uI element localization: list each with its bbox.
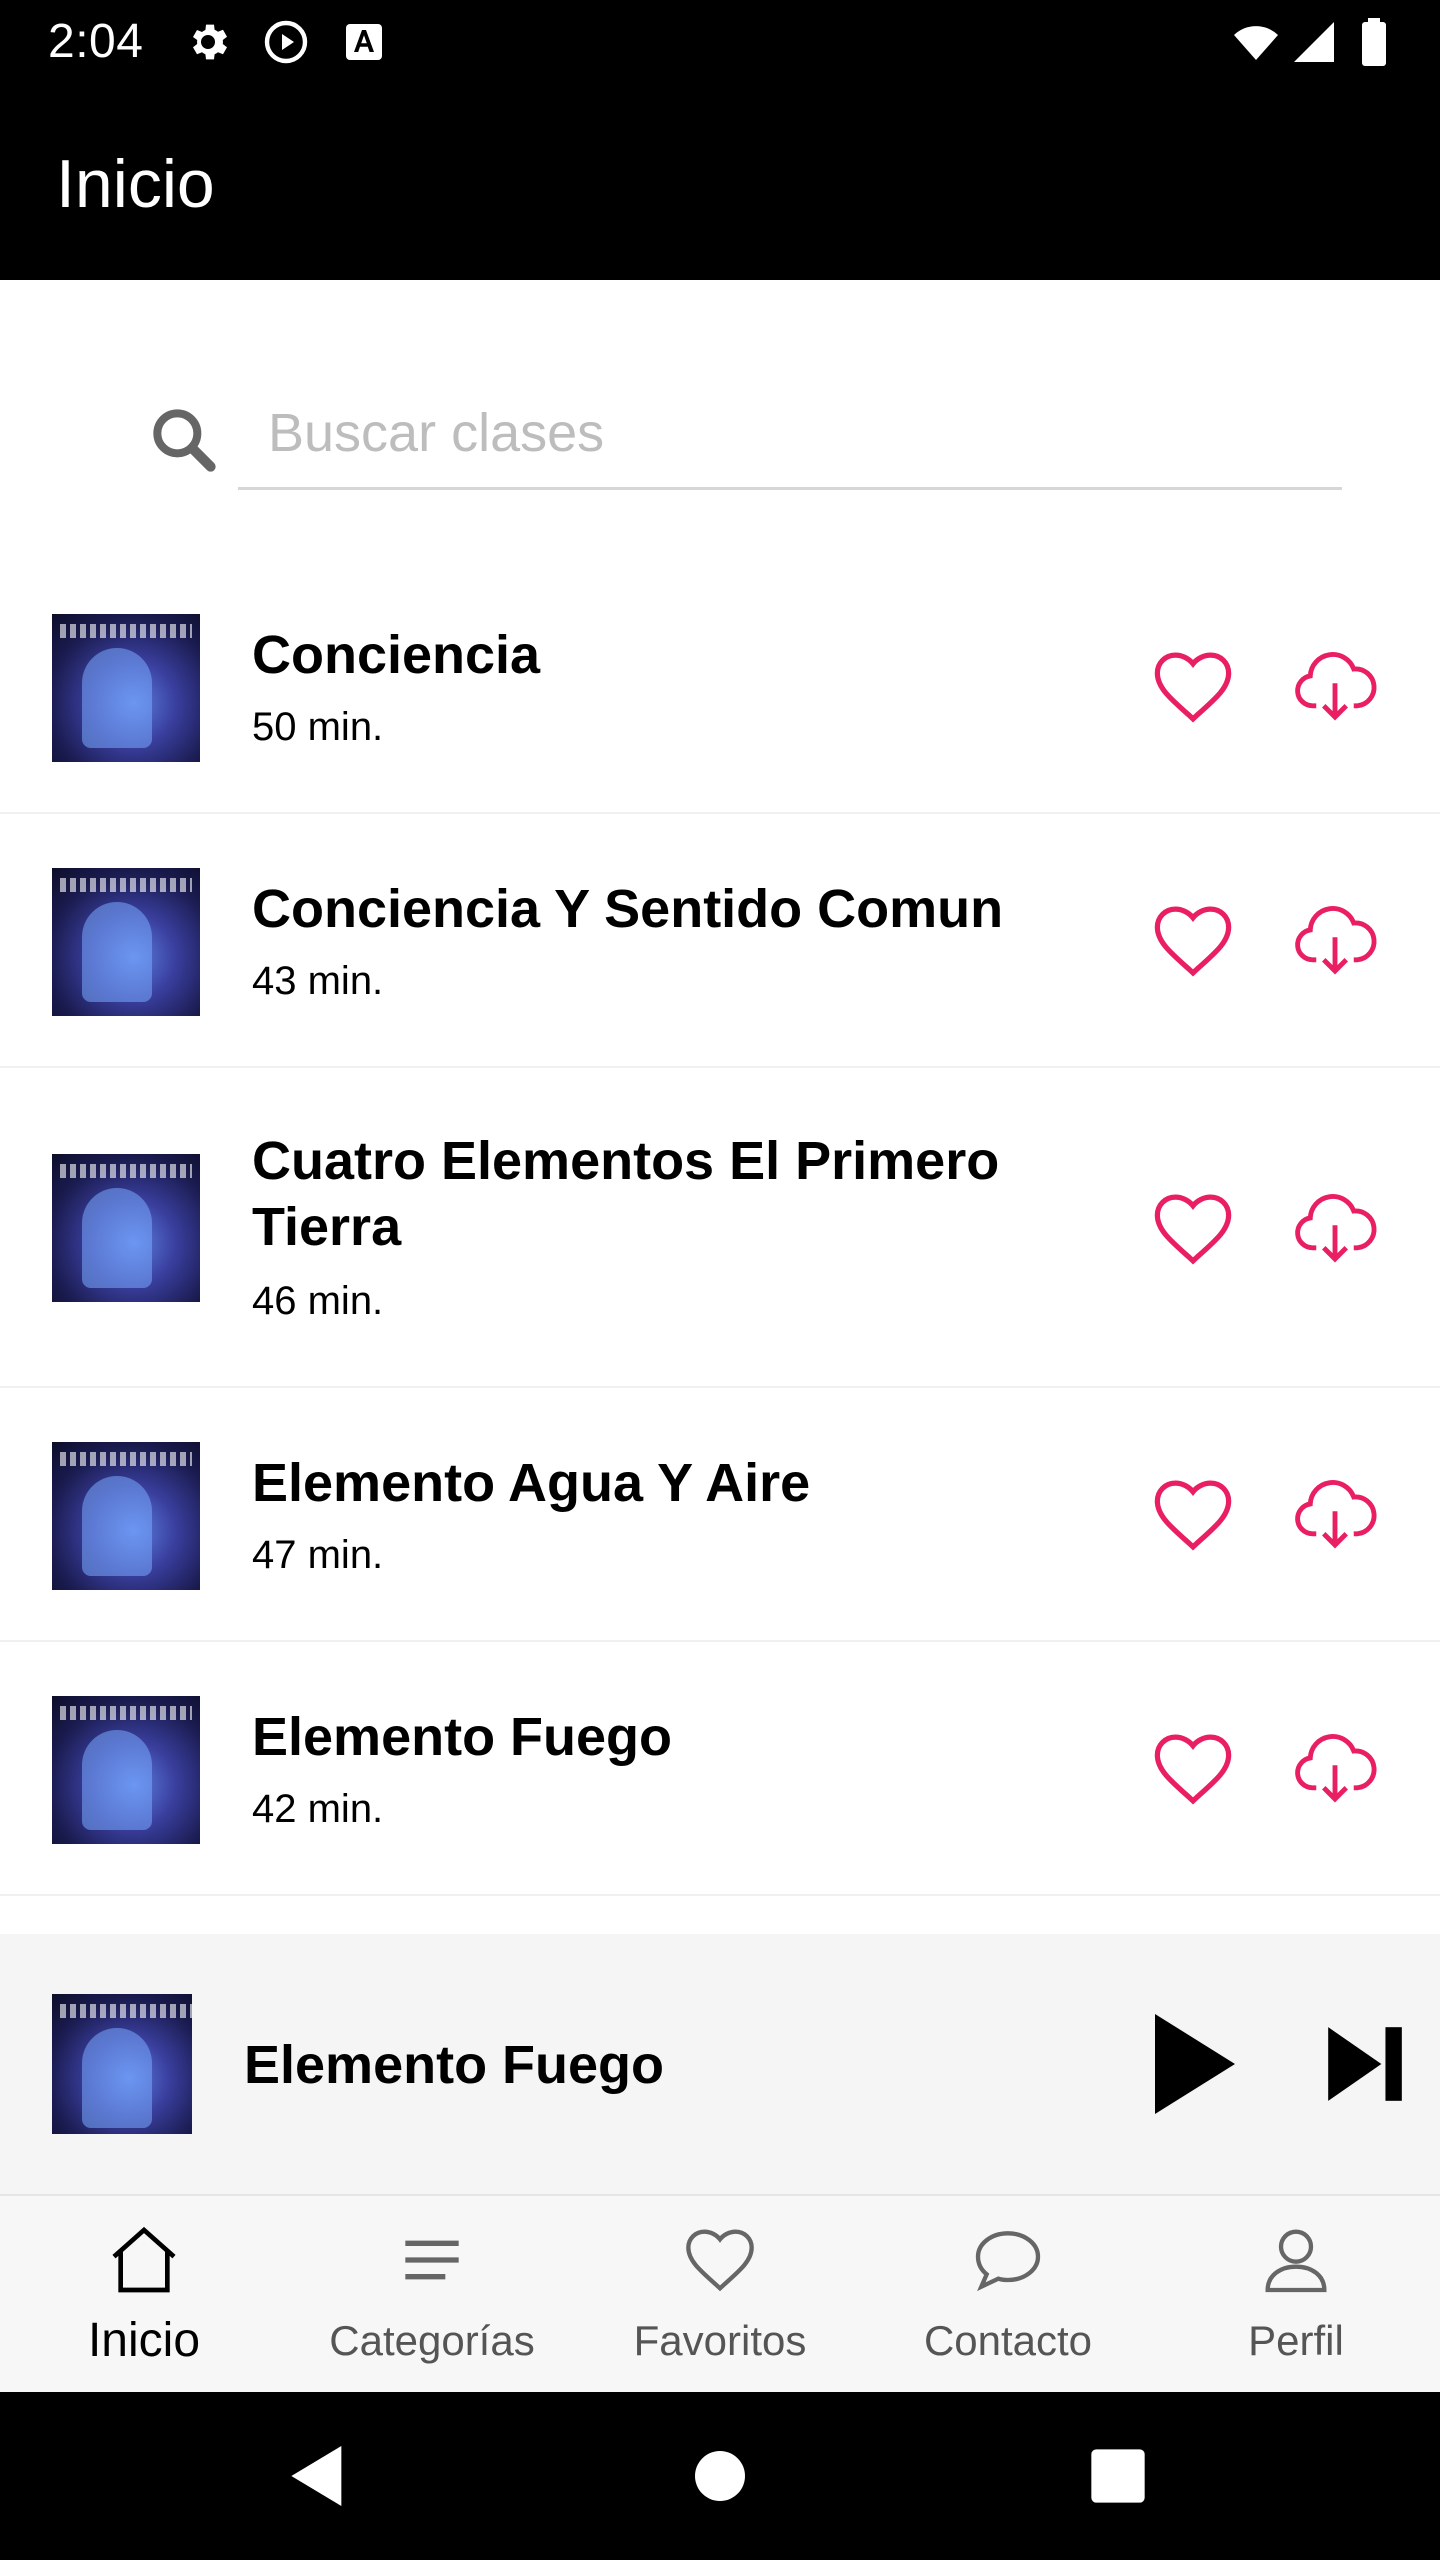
class-cover-image bbox=[52, 1442, 200, 1590]
nav-label: Perfil bbox=[1248, 2317, 1344, 2364]
font-a-icon bbox=[340, 18, 388, 66]
class-duration: 43 min. bbox=[252, 959, 384, 1003]
nav-label: Favoritos bbox=[633, 2317, 807, 2364]
favorite-heart-icon[interactable] bbox=[1148, 1724, 1238, 1814]
class-duration: 42 min. bbox=[252, 1787, 384, 1831]
nav-item-favoritos[interactable]: Favoritos bbox=[576, 2196, 864, 2394]
play-icon[interactable] bbox=[1150, 2004, 1240, 2124]
play-circle-icon bbox=[262, 18, 310, 66]
recents-square-icon[interactable] bbox=[1078, 2436, 1158, 2516]
class-row[interactable]: Cuatro Elementos El Primero Tierra 46 mi… bbox=[0, 1068, 1440, 1388]
heart-icon bbox=[680, 2220, 760, 2300]
nav-label: Contacto bbox=[923, 2317, 1093, 2364]
class-title: Conciencia bbox=[252, 625, 541, 685]
class-cover-image bbox=[52, 614, 200, 762]
home-icon bbox=[104, 2220, 184, 2300]
cloud-download-icon[interactable] bbox=[1290, 1724, 1380, 1814]
favorite-heart-icon[interactable] bbox=[1148, 642, 1238, 732]
class-cover-image bbox=[52, 1154, 200, 1302]
class-cover-image bbox=[52, 1696, 200, 1844]
favorite-heart-icon[interactable] bbox=[1148, 1470, 1238, 1560]
person-icon bbox=[1256, 2220, 1336, 2300]
class-row[interactable]: Elemento Fuego 42 min. bbox=[0, 1642, 1440, 1896]
menu-lines-icon bbox=[392, 2220, 472, 2300]
nav-item-inicio[interactable]: Inicio bbox=[0, 2196, 288, 2394]
battery-icon bbox=[1354, 18, 1394, 66]
app-bar: Inicio bbox=[0, 84, 1440, 280]
status-bar: 2:04 bbox=[0, 0, 1440, 84]
settings-gear-icon bbox=[184, 18, 232, 66]
class-duration: 47 min. bbox=[252, 1533, 384, 1577]
favorite-heart-icon[interactable] bbox=[1148, 896, 1238, 986]
class-row[interactable]: Conciencia Y Sentido Comun 43 min. bbox=[0, 814, 1440, 1068]
mini-player[interactable]: Elemento Fuego bbox=[0, 1934, 1440, 2194]
cloud-download-icon[interactable] bbox=[1290, 1184, 1380, 1274]
class-title: Conciencia Y Sentido Comun bbox=[252, 879, 1004, 939]
nav-label: Categorías bbox=[329, 2317, 535, 2364]
cloud-download-icon[interactable] bbox=[1290, 642, 1380, 732]
home-circle-icon[interactable] bbox=[680, 2436, 760, 2516]
page-title: Inicio bbox=[56, 146, 215, 222]
system-nav-bar bbox=[0, 2392, 1440, 2560]
class-title: Elemento Fuego bbox=[252, 1707, 673, 1767]
search-input[interactable] bbox=[238, 390, 1342, 490]
search-icon bbox=[144, 400, 224, 480]
player-title: Elemento Fuego bbox=[244, 2035, 665, 2095]
class-duration: 50 min. bbox=[252, 705, 384, 749]
class-cover-image bbox=[52, 868, 200, 1016]
nav-item-contacto[interactable]: Contacto bbox=[864, 2196, 1152, 2394]
cloud-download-icon[interactable] bbox=[1290, 1470, 1380, 1560]
favorite-heart-icon[interactable] bbox=[1148, 1184, 1238, 1274]
nav-item-categorias[interactable]: Categorías bbox=[288, 2196, 576, 2394]
class-title: Elemento Agua Y Aire bbox=[252, 1453, 811, 1513]
class-duration: 46 min. bbox=[252, 1279, 384, 1323]
wifi-icon bbox=[1228, 18, 1284, 66]
player-cover-image bbox=[52, 1994, 192, 2134]
skip-next-icon[interactable] bbox=[1320, 2014, 1410, 2114]
status-time: 2:04 bbox=[48, 15, 144, 68]
back-triangle-icon[interactable] bbox=[278, 2436, 358, 2516]
nav-label: Inicio bbox=[87, 2314, 201, 2367]
cloud-download-icon[interactable] bbox=[1290, 896, 1380, 986]
bottom-nav: Inicio Categorías Favoritos Contacto Per… bbox=[0, 2194, 1440, 2392]
search-section bbox=[0, 280, 1440, 570]
class-title: Cuatro Elementos El Primero Tierra bbox=[252, 1131, 1000, 1257]
class-row[interactable]: Conciencia 50 min. bbox=[0, 560, 1440, 814]
signal-icon bbox=[1290, 18, 1338, 66]
nav-item-perfil[interactable]: Perfil bbox=[1152, 2196, 1440, 2394]
chat-bubble-icon bbox=[968, 2220, 1048, 2300]
class-row[interactable]: Elemento Agua Y Aire 47 min. bbox=[0, 1388, 1440, 1642]
